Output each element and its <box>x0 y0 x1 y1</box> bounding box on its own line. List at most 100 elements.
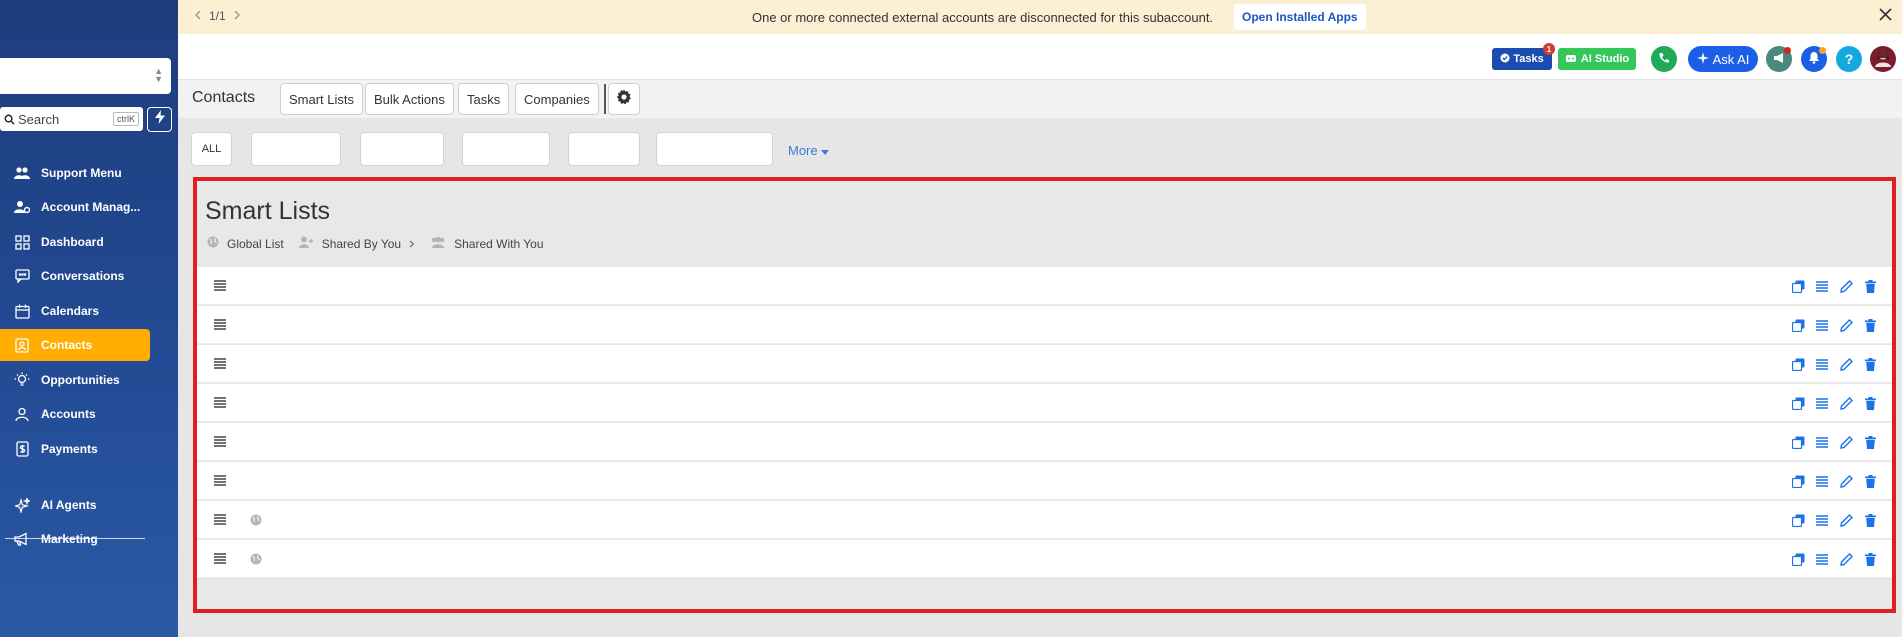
edit-pencil-icon[interactable] <box>1838 395 1854 411</box>
sidebar-item-contacts[interactable]: Contacts <box>0 329 150 361</box>
filter-all[interactable]: ALL <box>191 132 232 166</box>
sidebar-item-calendars[interactable]: Calendars <box>0 295 150 327</box>
open-installed-apps-button[interactable]: Open Installed Apps <box>1234 4 1366 30</box>
folder-shared-by-you[interactable]: Shared By You <box>298 236 415 251</box>
table-row[interactable] <box>197 540 1892 578</box>
list-icon[interactable] <box>1814 551 1830 567</box>
trash-icon[interactable] <box>1862 356 1878 372</box>
drag-handle-icon[interactable] <box>214 317 226 335</box>
duplicate-icon[interactable] <box>1790 356 1806 372</box>
sidebar-item-label: Opportunities <box>41 373 120 387</box>
drag-handle-icon[interactable] <box>214 356 226 374</box>
sidebar-item-marketing[interactable]: Marketing <box>0 523 150 555</box>
list-icon[interactable] <box>1814 356 1830 372</box>
close-icon[interactable] <box>1879 8 1892 26</box>
tab-smart-lists[interactable]: Smart Lists <box>280 83 364 115</box>
duplicate-icon[interactable] <box>1790 434 1806 450</box>
table-row[interactable] <box>197 345 1892 383</box>
drag-handle-icon[interactable] <box>214 395 226 413</box>
user-avatar[interactable] <box>1870 46 1896 72</box>
list-icon[interactable] <box>1814 317 1830 333</box>
drag-handle-icon[interactable] <box>214 512 226 530</box>
sidebar-item-payments[interactable]: Payments <box>0 433 150 465</box>
ask-ai-button[interactable]: Ask AI <box>1688 46 1758 72</box>
table-row[interactable] <box>197 423 1892 461</box>
sidebar-item-conversations[interactable]: Conversations <box>0 260 150 292</box>
chevron-right-icon[interactable] <box>234 9 241 23</box>
folder-shared-with-you[interactable]: Shared With You <box>430 236 544 251</box>
filter-chip[interactable] <box>360 132 444 166</box>
drag-handle-icon[interactable] <box>214 473 226 491</box>
sidebar-item-label: Contacts <box>41 338 93 352</box>
list-icon[interactable] <box>1814 278 1830 294</box>
sidebar-item-ai-agents[interactable]: AI Agents <box>0 489 150 521</box>
trash-icon[interactable] <box>1862 395 1878 411</box>
globe-icon <box>250 513 262 531</box>
trash-icon[interactable] <box>1862 512 1878 528</box>
filter-chip[interactable] <box>656 132 773 166</box>
help-button[interactable]: ? <box>1836 46 1862 72</box>
table-row[interactable] <box>197 306 1892 344</box>
drag-handle-icon[interactable] <box>214 278 226 296</box>
edit-pencil-icon[interactable] <box>1838 512 1854 528</box>
phone-icon <box>1658 52 1670 67</box>
notifications-button[interactable] <box>1801 46 1827 72</box>
edit-pencil-icon[interactable] <box>1838 278 1854 294</box>
location-switcher[interactable]: ▲ ▼ <box>0 58 171 94</box>
ai-studio-button[interactable]: AI Studio <box>1558 48 1636 70</box>
search-input[interactable]: Search ctrlK <box>0 107 143 131</box>
quick-actions-button[interactable] <box>147 107 172 132</box>
search-shortcut: ctrlK <box>113 112 139 126</box>
filter-chip[interactable] <box>462 132 550 166</box>
edit-pencil-icon[interactable] <box>1838 317 1854 333</box>
phone-button[interactable] <box>1651 46 1677 72</box>
table-row[interactable] <box>197 462 1892 500</box>
trash-icon[interactable] <box>1862 317 1878 333</box>
grid-icon <box>13 233 31 251</box>
notification-dot <box>1784 47 1791 54</box>
edit-pencil-icon[interactable] <box>1838 473 1854 489</box>
drag-handle-icon[interactable] <box>214 434 226 452</box>
trash-icon[interactable] <box>1862 473 1878 489</box>
sidebar-item-support-menu[interactable]: Support Menu <box>0 157 150 189</box>
duplicate-icon[interactable] <box>1790 317 1806 333</box>
duplicate-icon[interactable] <box>1790 278 1806 294</box>
tab-bulk-actions[interactable]: Bulk Actions <box>365 83 454 115</box>
robot-icon <box>1565 53 1577 66</box>
table-row[interactable] <box>197 384 1892 422</box>
table-row[interactable] <box>197 501 1892 539</box>
folder-label: Shared By You <box>321 236 402 251</box>
filter-chip[interactable] <box>251 132 341 166</box>
tasks-button[interactable]: Tasks 1 <box>1492 43 1555 70</box>
folder-global-list[interactable]: Global List <box>207 236 284 251</box>
duplicate-icon[interactable] <box>1790 512 1806 528</box>
edit-pencil-icon[interactable] <box>1838 356 1854 372</box>
trash-icon[interactable] <box>1862 551 1878 567</box>
sidebar-item-dashboard[interactable]: Dashboard <box>0 226 150 258</box>
duplicate-icon[interactable] <box>1790 473 1806 489</box>
edit-pencil-icon[interactable] <box>1838 551 1854 567</box>
trash-icon[interactable] <box>1862 278 1878 294</box>
sidebar-item-opportunities[interactable]: Opportunities <box>0 364 150 396</box>
bolt-icon <box>154 110 166 129</box>
drag-handle-icon[interactable] <box>214 551 226 569</box>
edit-pencil-icon[interactable] <box>1838 434 1854 450</box>
settings-button[interactable] <box>608 83 640 115</box>
table-row[interactable] <box>197 267 1892 305</box>
sidebar-item-account-manag[interactable]: Account Manag... <box>0 191 150 223</box>
list-icon[interactable] <box>1814 473 1830 489</box>
duplicate-icon[interactable] <box>1790 551 1806 567</box>
list-icon[interactable] <box>1814 512 1830 528</box>
list-icon[interactable] <box>1814 434 1830 450</box>
chevron-left-icon[interactable] <box>194 9 201 23</box>
tab-tasks[interactable]: Tasks <box>458 83 510 115</box>
sidebar-item-accounts[interactable]: Accounts <box>0 398 150 430</box>
list-icon[interactable] <box>1814 395 1830 411</box>
trash-icon[interactable] <box>1862 434 1878 450</box>
more-filters-dropdown[interactable]: More <box>788 143 829 158</box>
duplicate-icon[interactable] <box>1790 395 1806 411</box>
announcements-button[interactable] <box>1766 46 1792 72</box>
filter-chip[interactable] <box>568 132 640 166</box>
chat-icon <box>13 267 31 285</box>
tab-companies[interactable]: Companies <box>515 83 599 115</box>
